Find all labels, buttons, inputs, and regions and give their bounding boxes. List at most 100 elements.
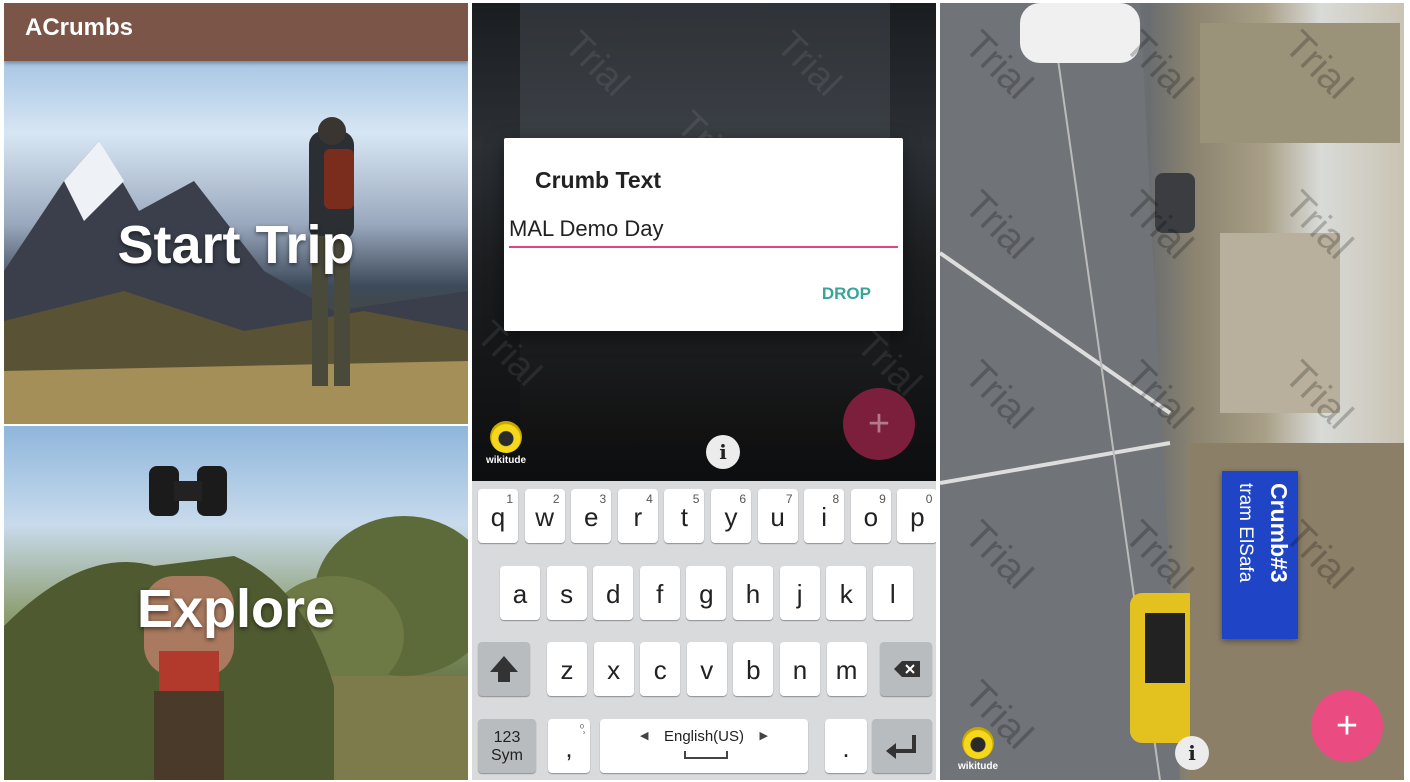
soft-keyboard: 123 Sym ᵒ̧ , ◀ English(US) ▶ . q1w2e3r4t… (472, 481, 936, 780)
shift-arrow-icon (490, 656, 518, 682)
key-p[interactable]: p0 (897, 489, 936, 543)
key-label: x (607, 655, 621, 685)
key-number-hint: 6 (739, 492, 746, 506)
space-bar-icon (684, 751, 728, 759)
shift-key[interactable] (478, 642, 530, 696)
key-b[interactable]: b (733, 642, 774, 696)
key-x[interactable]: x (593, 642, 634, 696)
key-label: o (863, 502, 879, 532)
explore-tile[interactable]: Explore (4, 426, 468, 780)
space-key[interactable]: ◀ English(US) ▶ (600, 719, 808, 773)
key-label: z (560, 655, 574, 685)
app-bar: ACrumbs (4, 3, 468, 61)
key-r[interactable]: r4 (617, 489, 658, 543)
key-label: t (680, 502, 688, 532)
crumb-marker-content: Crumb#3 tram ElSafa (1222, 471, 1298, 639)
crumb-text-dialog: Crumb Text DROP (504, 138, 903, 331)
sym-key[interactable]: 123 Sym (478, 719, 536, 773)
key-h[interactable]: h (733, 566, 773, 620)
key-number-hint: 3 (599, 492, 607, 506)
backspace-icon (894, 661, 920, 677)
add-crumb-button[interactable]: + (843, 388, 915, 460)
start-trip-tile[interactable]: Start Trip (4, 61, 468, 424)
dialog-title: Crumb Text (535, 167, 662, 193)
sym-key-line2: Sym (491, 747, 523, 764)
key-number-hint: 4 (646, 492, 653, 506)
key-j[interactable]: j (779, 566, 820, 620)
key-y[interactable]: y6 (711, 489, 751, 543)
key-d[interactable]: d (593, 566, 634, 620)
key-k[interactable]: k (826, 566, 867, 620)
crumb-subtitle: tram ElSafa (1235, 483, 1256, 583)
drop-button[interactable]: DROP (822, 284, 871, 304)
key-number-hint: 2 (552, 492, 560, 506)
key-label: i (821, 502, 828, 532)
key-number-hint: 8 (832, 492, 840, 506)
screen-ar-view: Trial Trial Trial Trial Trial Trial Tria… (940, 3, 1404, 780)
key-z[interactable]: z (547, 642, 587, 696)
period-key[interactable]: . (825, 719, 867, 773)
crumb-text-input[interactable] (509, 212, 898, 248)
enter-key[interactable] (872, 719, 932, 773)
app-title: ACrumbs (25, 14, 134, 41)
key-label: n (792, 655, 808, 685)
key-q[interactable]: q1 (478, 489, 518, 543)
comma-label: , (565, 733, 573, 763)
comma-key[interactable]: ᵒ̧ , (548, 719, 590, 773)
wikitude-logo: wikitude (958, 727, 998, 772)
key-t[interactable]: t5 (664, 489, 705, 543)
key-v[interactable]: v (686, 642, 727, 696)
sym-key-line1: 123 (493, 729, 521, 746)
language-label: English(US) (663, 728, 745, 745)
key-o[interactable]: o9 (850, 489, 891, 543)
key-label: s (560, 579, 574, 609)
wikitude-logo: wikitude (486, 421, 526, 466)
key-label: u (770, 502, 785, 532)
wikitude-logo-text: wikitude (486, 455, 527, 466)
key-label: b (746, 655, 761, 685)
explore-label: Explore (136, 579, 336, 639)
screen-drop-crumb: Trial Trial Trial Trial Trial Crumb Text… (472, 3, 936, 780)
key-w[interactable]: w2 (524, 489, 565, 543)
key-g[interactable]: g (686, 566, 727, 620)
add-crumb-button[interactable]: + (1311, 690, 1383, 762)
key-label: k (839, 579, 853, 609)
key-number-hint: 5 (692, 492, 700, 506)
key-number-hint: 9 (879, 492, 886, 506)
key-m[interactable]: m (826, 642, 867, 696)
backspace-key[interactable] (880, 642, 932, 696)
info-button[interactable]: i (1175, 736, 1209, 770)
key-label: w (535, 502, 554, 532)
key-label: l (889, 579, 896, 609)
key-label: v (700, 655, 714, 685)
street-camera-view (940, 3, 1404, 780)
key-label: y (724, 502, 738, 532)
key-number-hint: 7 (785, 492, 793, 506)
street-scene (940, 3, 1404, 780)
screen-home: ACrumbs Start Trip Explore (4, 3, 468, 780)
key-i[interactable]: i8 (804, 489, 845, 543)
key-label: h (745, 579, 761, 609)
start-trip-label: Start Trip (117, 215, 355, 275)
key-label: r (633, 502, 643, 532)
wikitude-icon (490, 421, 522, 453)
key-label: m (835, 655, 858, 685)
key-number-hint: 1 (506, 492, 513, 506)
key-n[interactable]: n (780, 642, 820, 696)
wikitude-logo-text: wikitude (958, 761, 999, 772)
key-s[interactable]: s (546, 566, 587, 620)
key-c[interactable]: c (640, 642, 681, 696)
key-u[interactable]: u7 (757, 489, 798, 543)
key-label: e (583, 502, 599, 532)
key-label: f (656, 579, 664, 609)
wikitude-icon (962, 727, 994, 759)
key-l[interactable]: l (872, 566, 913, 620)
key-f[interactable]: f (639, 566, 680, 620)
key-a[interactable]: a (500, 566, 540, 620)
crumb-marker-card[interactable]: Crumb#3 tram ElSafa (1222, 471, 1298, 639)
crumb-title: Crumb#3 (1266, 483, 1292, 583)
info-button[interactable]: i (706, 435, 740, 469)
lang-right-arrow-icon: ▶ (759, 730, 768, 742)
key-label: p (910, 502, 925, 532)
key-e[interactable]: e3 (571, 489, 612, 543)
